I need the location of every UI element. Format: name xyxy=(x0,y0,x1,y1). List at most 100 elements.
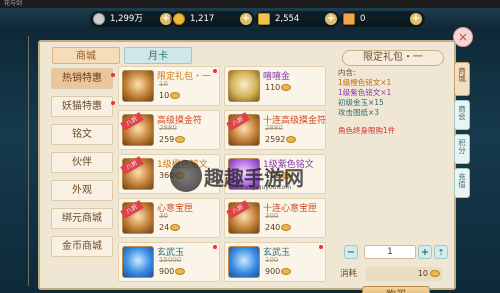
gold-coin-icon xyxy=(173,13,185,25)
ingot-icon xyxy=(281,84,292,91)
notification-dot xyxy=(213,245,217,249)
sidebar-item-partner[interactable]: 伙伴 xyxy=(51,152,113,173)
item-price: 240 xyxy=(265,223,292,232)
price-value: 240 xyxy=(265,223,281,232)
discount-ribbon: 八折 xyxy=(120,200,144,219)
item-card[interactable]: 八折 1级橙色铭文 360 xyxy=(118,154,220,194)
item-old-price: 300 xyxy=(265,212,279,220)
buy-button[interactable]: 购买 xyxy=(362,286,430,293)
increase-button[interactable]: + xyxy=(418,245,432,259)
ingot-icon xyxy=(258,13,270,25)
right-tab-label: 商城 xyxy=(457,67,467,82)
add-bound-ingot-button[interactable]: + xyxy=(410,13,422,25)
contents-item: 1级橙色铭文×1 xyxy=(338,78,392,87)
treasure-box-icon: 八折 xyxy=(226,200,260,234)
item-name: 1级紫色铭文 xyxy=(263,160,314,170)
discount-ribbon: 八折 xyxy=(226,200,250,219)
ingot-icon xyxy=(430,270,440,277)
ingot-icon xyxy=(175,268,186,275)
tab-recharge[interactable]: 充值 xyxy=(454,168,470,198)
tab-shop-right[interactable]: 商城 xyxy=(454,62,470,96)
resource-silver: 1,299万 + xyxy=(90,11,175,27)
contents-label: 内含: xyxy=(338,68,356,77)
ingot-icon xyxy=(281,172,292,179)
price-value: 24 xyxy=(159,223,170,232)
item-card[interactable]: 限定礼包・一 10 10 xyxy=(118,66,220,106)
resource-gold: 1,217 + xyxy=(170,11,255,27)
tab-guild-shop[interactable]: 商会 xyxy=(454,100,470,130)
resource-bound-ingot: 0 + xyxy=(340,11,425,27)
sidebar-item-label: 妖猫特惠 xyxy=(62,101,102,112)
item-old-price: 2880 xyxy=(265,124,283,132)
gift-pack-icon xyxy=(122,70,154,102)
cost-value: 10 xyxy=(417,269,428,278)
item-card[interactable]: 八折 高级摸金符 2880 259 xyxy=(118,110,220,150)
notification-dot xyxy=(111,101,115,105)
price-value: 360 xyxy=(159,171,175,180)
item-card[interactable]: 八折 心意宝匣 30 24 xyxy=(118,198,220,238)
close-icon[interactable]: × xyxy=(453,27,473,47)
sidebar-item-appearance[interactable]: 外观 xyxy=(51,180,113,201)
resource-value: 0 xyxy=(360,14,366,24)
item-card[interactable]: 玄武玉 15000 900 xyxy=(118,242,220,282)
price-value: 100 xyxy=(265,171,281,180)
item-name: 嘻嘻金 xyxy=(263,72,291,82)
item-price: 900 xyxy=(159,267,186,276)
notification-dot xyxy=(319,245,323,249)
notification-dot xyxy=(213,69,217,73)
item-price: 900 xyxy=(265,267,292,276)
add-gold-button[interactable]: + xyxy=(240,13,252,25)
jade-orb-icon xyxy=(122,246,154,278)
treasure-box-icon: 八折 xyxy=(120,200,154,234)
item-card[interactable]: 八折 十连高级摸金符 2880 2592 xyxy=(224,110,326,150)
item-price: 2592 xyxy=(265,135,297,144)
sidebar-item-inscription[interactable]: 铭文 xyxy=(51,124,113,145)
add-ingot-button[interactable]: + xyxy=(325,13,337,25)
max-quantity-button[interactable]: ⇡ xyxy=(434,245,448,259)
contents-item: 初级金玉×15 xyxy=(338,98,384,107)
gold-ingot-item-icon xyxy=(228,70,260,102)
silver-icon xyxy=(93,13,105,25)
item-old-price: 2880 xyxy=(159,124,177,132)
right-tab-label: 充值 xyxy=(457,173,467,188)
quantity-input[interactable]: 1 xyxy=(364,245,416,259)
bound-ingot-icon xyxy=(343,13,355,25)
resource-value: 1,217 xyxy=(190,14,215,24)
item-card[interactable]: 玄武玉 100 900 xyxy=(224,242,326,282)
jade-orb-icon xyxy=(228,246,260,278)
item-card[interactable]: 八折 十连心意宝匣 300 240 xyxy=(224,198,326,238)
inscription-icon: 八折 xyxy=(120,156,154,190)
sidebar-item-hot-sale[interactable]: 热销特惠 xyxy=(51,68,115,89)
detail-title: 限定礼包・一 xyxy=(342,50,444,66)
discount-ribbon: 八折 xyxy=(120,112,144,131)
decrease-button[interactable]: − xyxy=(344,245,358,259)
sidebar-item-cat-sale[interactable]: 妖猫特惠 xyxy=(51,96,115,117)
price-value: 900 xyxy=(265,267,281,276)
sidebar-item-gold-shop[interactable]: 金币商城 xyxy=(51,236,113,257)
item-detail-panel: 限定礼包・一 内含: 1级橙色铭文×1 1级紫色铭文×1 初级金玉×15 攻击图… xyxy=(334,42,448,293)
tab-points[interactable]: 积分 xyxy=(454,134,470,164)
price-value: 259 xyxy=(159,135,175,144)
item-price: 10 xyxy=(159,91,181,100)
sidebar-item-bound-shop[interactable]: 绑元商城 xyxy=(51,208,113,229)
item-price: 100 xyxy=(265,171,292,180)
cost-value-field: 10 xyxy=(366,267,442,281)
item-old-price: 10 xyxy=(159,80,168,88)
item-grid: 限定礼包・一 10 10 嘻嘻金 110 八折 高级摸金符 2880 259 八… xyxy=(118,66,328,286)
tab-monthly-card[interactable]: 月卡 xyxy=(124,47,192,64)
price-value: 10 xyxy=(159,91,170,100)
item-price: 110 xyxy=(265,83,292,92)
item-card[interactable]: 嘻嘻金 110 xyxy=(224,66,326,106)
item-card[interactable]: 1级紫色铭文 100 xyxy=(224,154,326,194)
tab-shop[interactable]: 商城 xyxy=(52,47,120,64)
ingot-icon xyxy=(170,224,181,231)
item-price: 360 xyxy=(159,171,186,180)
item-old-price: 100 xyxy=(265,256,279,264)
item-old-price: 15000 xyxy=(159,256,182,264)
resource-value: 1,299万 xyxy=(110,14,143,24)
ingot-icon xyxy=(281,224,292,231)
right-tab-label: 积分 xyxy=(457,139,467,154)
detail-contents: 内含: 1级橙色铭文×1 1级紫色铭文×1 初级金玉×15 攻击图纸×3 角色终… xyxy=(338,68,442,218)
talisman-icon: 八折 xyxy=(120,112,154,146)
ingot-icon xyxy=(286,136,297,143)
